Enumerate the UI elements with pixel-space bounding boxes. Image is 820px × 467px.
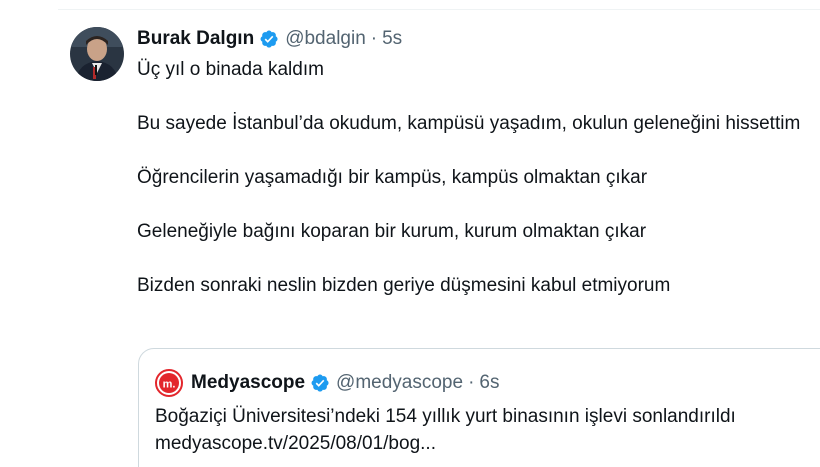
medyascope-logo-text: m. — [163, 379, 176, 391]
tweet-paragraph: Bu sayede İstanbul’da okudum, kampüsü ya… — [137, 113, 801, 134]
tweet-timestamp[interactable]: 5s — [382, 28, 402, 50]
avatar[interactable] — [70, 27, 124, 81]
separator-dot: · — [468, 372, 475, 393]
tweet-paragraph: Geleneğiyle bağını koparan bir kurum, ku… — [137, 221, 647, 242]
tweet-text: Üç yıl o binada kaldım Bu sayede İstanbu… — [137, 56, 820, 299]
quoted-tweet-header: m. Medyascope @medyascope · 6s — [155, 369, 499, 397]
quoted-tweet-text-line: Boğaziçi Üniversitesi’ndeki 154 yıllık y… — [155, 406, 736, 427]
verified-badge-icon — [310, 373, 330, 393]
tweet-paragraph: Bizden sonraki neslin bizden geriye düşm… — [137, 275, 671, 296]
divider — [58, 9, 820, 10]
tweet: Burak Dalgın @bdalgin · 5s Üç yıl o bina… — [137, 24, 820, 326]
quoted-tweet-link[interactable]: medyascope.tv/2025/08/01/bog... — [155, 430, 820, 457]
tweet-paragraph: Öğrencilerin yaşamadığı bir kampüs, kamp… — [137, 167, 648, 188]
tweet-header: Burak Dalgın @bdalgin · 5s — [137, 24, 820, 54]
separator-dot: · — [370, 28, 378, 49]
verified-badge-icon — [259, 29, 279, 49]
quoted-tweet-card[interactable]: m. Medyascope @medyascope · 6s Boğaziçi … — [138, 348, 820, 467]
tweet-paragraph: Üç yıl o binada kaldım — [137, 59, 324, 80]
quoted-author-name: Medyascope — [191, 372, 306, 393]
quoted-tweet-text: Boğaziçi Üniversitesi’ndeki 154 yıllık y… — [155, 403, 820, 457]
author-handle[interactable]: @bdalgin — [285, 28, 366, 50]
medyascope-logo-icon: m. — [155, 369, 183, 397]
author-name[interactable]: Burak Dalgın — [137, 28, 254, 50]
tweet-page: Burak Dalgın @bdalgin · 5s Üç yıl o bina… — [0, 0, 820, 467]
quoted-author-handle: @medyascope — [336, 372, 464, 393]
quoted-tweet-timestamp: 6s — [479, 372, 500, 393]
